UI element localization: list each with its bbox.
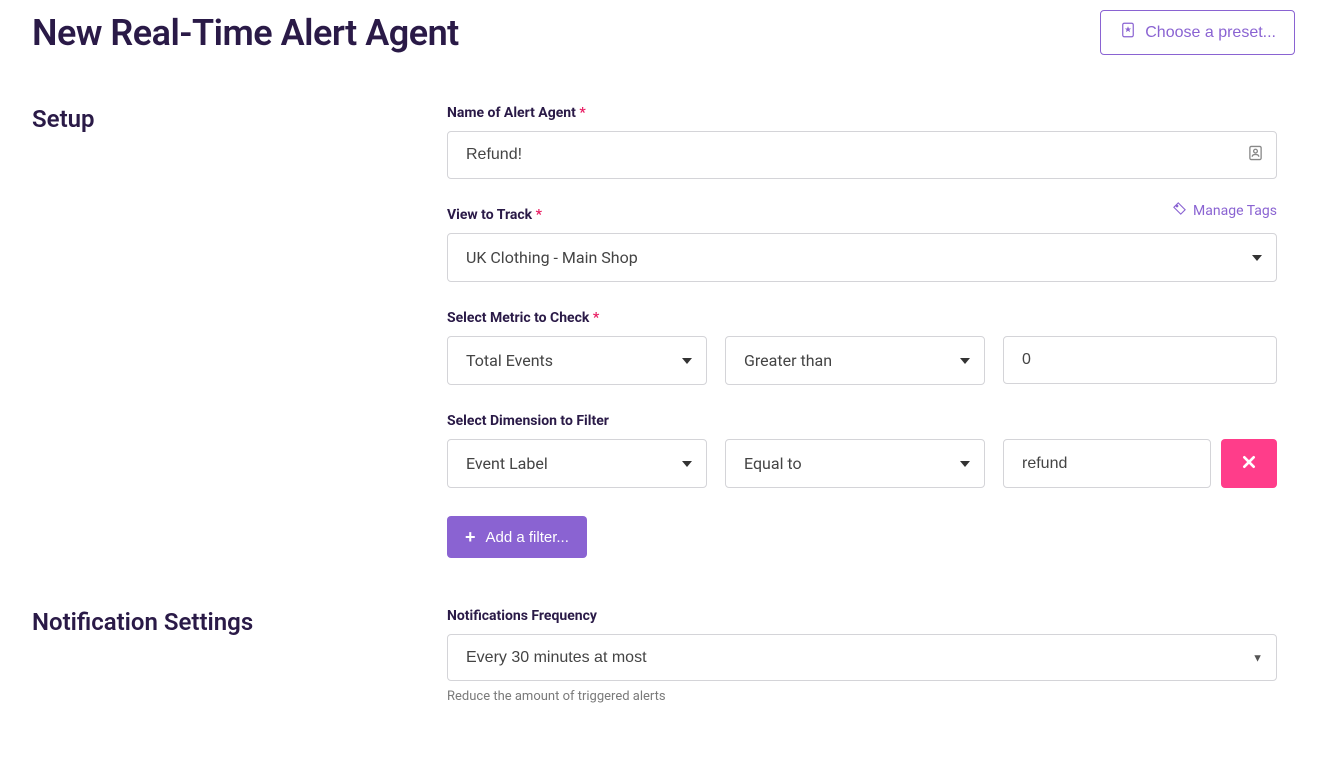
chevron-down-icon xyxy=(1252,255,1262,261)
name-label: Name of Alert Agent * xyxy=(447,105,1277,121)
metric-value-input[interactable] xyxy=(1003,336,1277,384)
contact-card-icon xyxy=(1248,145,1263,166)
add-filter-button[interactable]: + Add a filter... xyxy=(447,516,587,558)
setup-heading: Setup xyxy=(32,105,447,568)
preset-icon xyxy=(1119,21,1137,44)
alert-name-input[interactable] xyxy=(447,131,1277,179)
dimension-value-input[interactable] xyxy=(1003,439,1211,488)
close-icon xyxy=(1241,454,1257,473)
metric-select[interactable]: Total Events xyxy=(447,336,707,385)
frequency-label: Notifications Frequency xyxy=(447,608,1277,624)
choose-preset-label: Choose a preset... xyxy=(1145,24,1276,42)
chevron-down-icon xyxy=(960,358,970,364)
notifications-heading: Notification Settings xyxy=(32,608,447,704)
chevron-down-icon xyxy=(682,358,692,364)
manage-tags-link[interactable]: Manage Tags xyxy=(1172,201,1277,220)
frequency-select[interactable]: Every 30 minutes at most xyxy=(447,634,1277,681)
dimension-select[interactable]: Event Label xyxy=(447,439,707,488)
metric-label: Select Metric to Check * xyxy=(447,310,1277,326)
chevron-down-icon xyxy=(960,461,970,467)
tag-icon xyxy=(1172,201,1187,220)
plus-icon: + xyxy=(465,528,476,546)
frequency-helper-text: Reduce the amount of triggered alerts xyxy=(447,689,1277,704)
page-title: New Real-Time Alert Agent xyxy=(32,12,459,54)
choose-preset-button[interactable]: Choose a preset... xyxy=(1100,10,1295,55)
dimension-label: Select Dimension to Filter xyxy=(447,413,1277,429)
remove-filter-button[interactable] xyxy=(1221,439,1277,488)
metric-operator-select[interactable]: Greater than xyxy=(725,336,985,385)
chevron-down-icon xyxy=(682,461,692,467)
view-to-track-select[interactable]: UK Clothing - Main Shop xyxy=(447,233,1277,282)
dimension-operator-select[interactable]: Equal to xyxy=(725,439,985,488)
view-label: View to Track * xyxy=(447,207,1277,223)
